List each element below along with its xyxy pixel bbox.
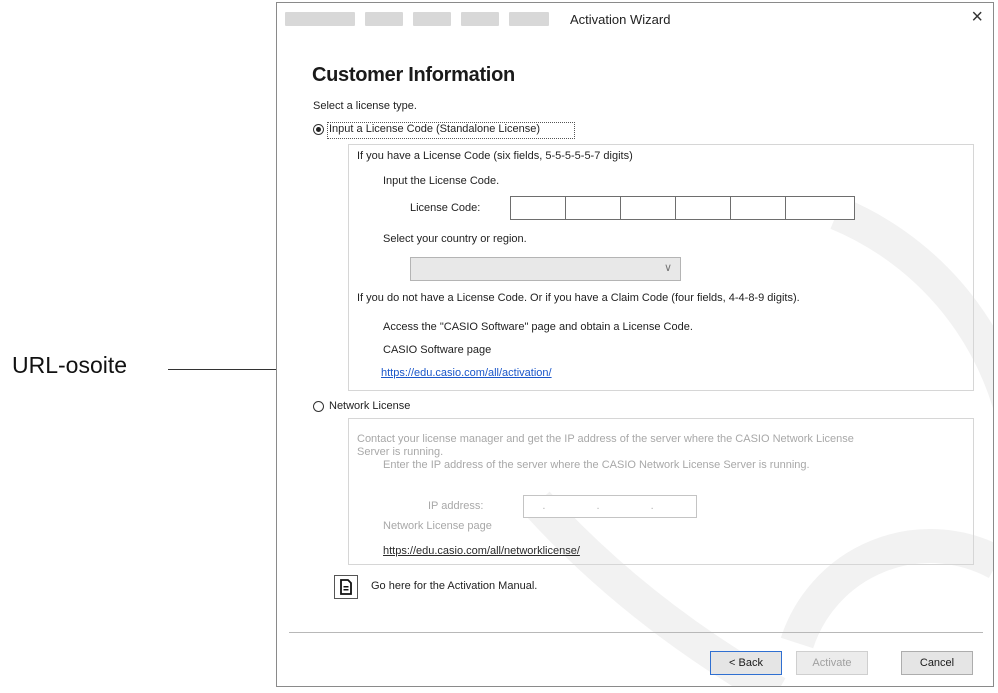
footer-separator (289, 632, 983, 633)
document-icon (340, 579, 352, 595)
license-code-label: License Code: (410, 202, 481, 214)
license-code-field-6[interactable] (785, 196, 855, 220)
have-code-text: If you have a License Code (six fields, … (357, 150, 633, 162)
title-blur-2 (365, 12, 403, 26)
license-code-field-2[interactable] (565, 196, 621, 220)
ip-address-label: IP address: (428, 500, 484, 512)
software-page-label: CASIO Software page (383, 344, 492, 356)
back-button[interactable]: < Back (710, 651, 782, 675)
title-bar: Activation Wizard × (277, 3, 993, 34)
network-contact-line2: Server is running. (357, 446, 444, 458)
title-blur-3 (413, 12, 451, 26)
network-license-url-link[interactable]: https://edu.casio.com/all/networklicense… (383, 545, 580, 557)
license-code-field-4[interactable] (675, 196, 731, 220)
window-title: Activation Wizard (570, 12, 671, 27)
country-select[interactable]: ∨ (410, 257, 681, 281)
activation-url-link[interactable]: https://edu.casio.com/all/activation/ (381, 367, 552, 379)
input-code-instruction: Input the License Code. (383, 175, 500, 187)
license-code-fields (510, 196, 855, 220)
standalone-license-radio[interactable] (313, 124, 324, 135)
no-code-text: If you do not have a License Code. Or if… (357, 292, 800, 304)
network-contact-line1: Contact your license manager and get the… (357, 433, 854, 445)
license-code-field-5[interactable] (730, 196, 786, 220)
network-license-radio[interactable] (313, 401, 324, 412)
page-title: Customer Information (312, 64, 515, 86)
chevron-down-icon: ∨ (663, 262, 672, 274)
title-blur-4 (461, 12, 499, 26)
country-instruction: Select your country or region. (383, 233, 527, 245)
access-software-text: Access the "CASIO Software" page and obt… (383, 321, 693, 333)
license-type-prompt: Select a license type. (313, 100, 417, 112)
title-blur-1 (285, 12, 355, 26)
network-page-label: Network License page (383, 520, 492, 532)
cancel-button[interactable]: Cancel (901, 651, 973, 675)
license-code-field-1[interactable] (510, 196, 566, 220)
url-callout-label: URL-osoite (12, 352, 128, 378)
title-blur-5 (509, 12, 549, 26)
close-icon[interactable]: × (971, 6, 983, 29)
ip-address-input[interactable]: . . . (523, 495, 697, 518)
network-license-label[interactable]: Network License (329, 400, 410, 412)
activation-wizard-dialog: Activation Wizard × Customer Information… (276, 2, 994, 687)
license-code-field-3[interactable] (620, 196, 676, 220)
enter-ip-instruction: Enter the IP address of the server where… (383, 459, 810, 471)
activation-manual-button[interactable] (334, 575, 358, 599)
standalone-license-label[interactable]: Input a License Code (Standalone License… (329, 123, 540, 135)
ip-address-value: . . . (542, 500, 678, 512)
activation-manual-label[interactable]: Go here for the Activation Manual. (371, 580, 537, 592)
activate-button[interactable]: Activate (796, 651, 868, 675)
